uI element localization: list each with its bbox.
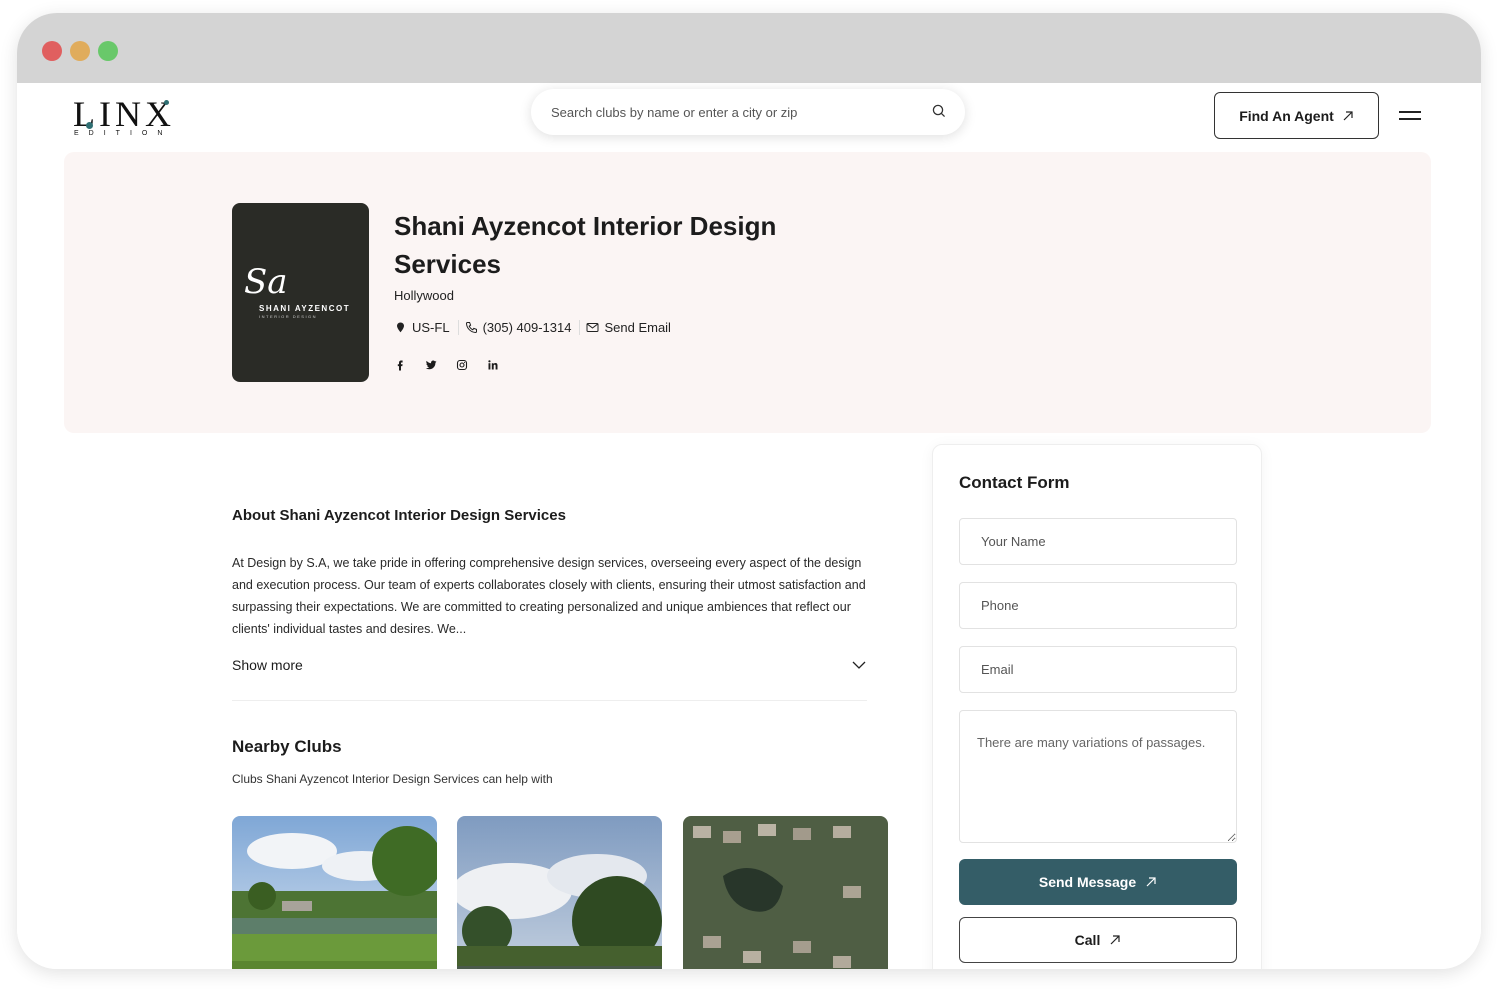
instagram-icon[interactable] [455,358,469,372]
show-more-label: Show more [232,657,303,673]
nearby-clubs-subtitle: Clubs Shani Ayzencot Interior Design Ser… [232,772,553,786]
logo-subtitle: EDITION [74,130,173,137]
phone-item[interactable]: (305) 409-1314 [465,320,581,335]
send-email-link[interactable]: Send Email [586,320,678,335]
location-item: US-FL [394,320,459,335]
logo-dot-icon [86,122,93,129]
minimize-window-button[interactable] [70,41,90,61]
search-input[interactable] [551,89,921,135]
show-more-toggle[interactable]: Show more [232,654,867,676]
social-links [393,358,500,372]
arrow-up-right-icon [1146,877,1156,887]
logo-company-name: SHANI AYZENCOT [259,304,351,313]
section-divider [232,700,867,701]
city-label: Hollywood [394,288,454,303]
call-button[interactable]: Call [959,917,1237,963]
browser-window: LINX EDITION Find An Agent [17,13,1481,969]
linx-logo[interactable]: LINX EDITION [73,96,183,138]
chevron-down-icon [852,661,866,669]
facebook-icon[interactable] [393,358,407,372]
logo-tagline: INTERIOR DESIGN [259,314,318,319]
club-photo-aerial [683,816,888,969]
window-titlebar [17,13,1481,83]
find-agent-button[interactable]: Find An Agent [1214,92,1379,139]
profile-hero: Sa SHANI AYZENCOT INTERIOR DESIGN Shani … [64,152,1431,433]
hamburger-menu-icon[interactable] [1397,107,1423,125]
send-message-button[interactable]: Send Message [959,859,1237,905]
about-description: At Design by S.A, we take pride in offer… [232,556,866,636]
name-input[interactable] [959,518,1237,565]
club-card-image[interactable] [457,816,662,969]
search-icon[interactable] [931,103,947,119]
club-card-image[interactable] [683,816,888,969]
club-photo-golf [457,816,662,969]
contact-form: Contact Form Send Message Call [932,444,1262,969]
phone-input[interactable] [959,582,1237,629]
page-title: Shani Ayzencot Interior Design Services [394,211,777,279]
contact-meta: US-FL (305) 409-1314 Send Email [394,320,685,335]
contact-form-title: Contact Form [959,473,1070,492]
arrow-up-right-icon [1343,110,1353,120]
logo-accent-icon [164,100,169,105]
phone-icon [465,322,477,334]
mail-icon [586,323,599,332]
arrow-up-right-icon [1110,935,1120,945]
club-photo-lake [232,816,437,969]
call-label: Call [1074,932,1101,948]
email-input[interactable] [959,646,1237,693]
find-agent-label: Find An Agent [1239,107,1334,124]
close-window-button[interactable] [42,41,62,61]
message-textarea[interactable] [959,710,1237,843]
maximize-window-button[interactable] [98,41,118,61]
location-text: US-FL [412,320,450,335]
club-card-image[interactable] [232,816,437,969]
map-pin-icon [397,322,404,333]
nearby-clubs-heading: Nearby Clubs [232,737,342,756]
send-message-label: Send Message [1038,874,1137,890]
about-heading: About Shani Ayzencot Interior Design Ser… [232,507,566,524]
company-logo: Sa SHANI AYZENCOT INTERIOR DESIGN [232,203,369,382]
linkedin-icon[interactable] [486,358,500,372]
twitter-icon[interactable] [424,358,438,372]
phone-number: (305) 409-1314 [482,320,572,335]
send-email-label: Send Email [604,320,671,335]
search-bar [531,89,965,135]
page-content: LINX EDITION Find An Agent [17,83,1481,969]
logo-signature: Sa [244,262,288,302]
